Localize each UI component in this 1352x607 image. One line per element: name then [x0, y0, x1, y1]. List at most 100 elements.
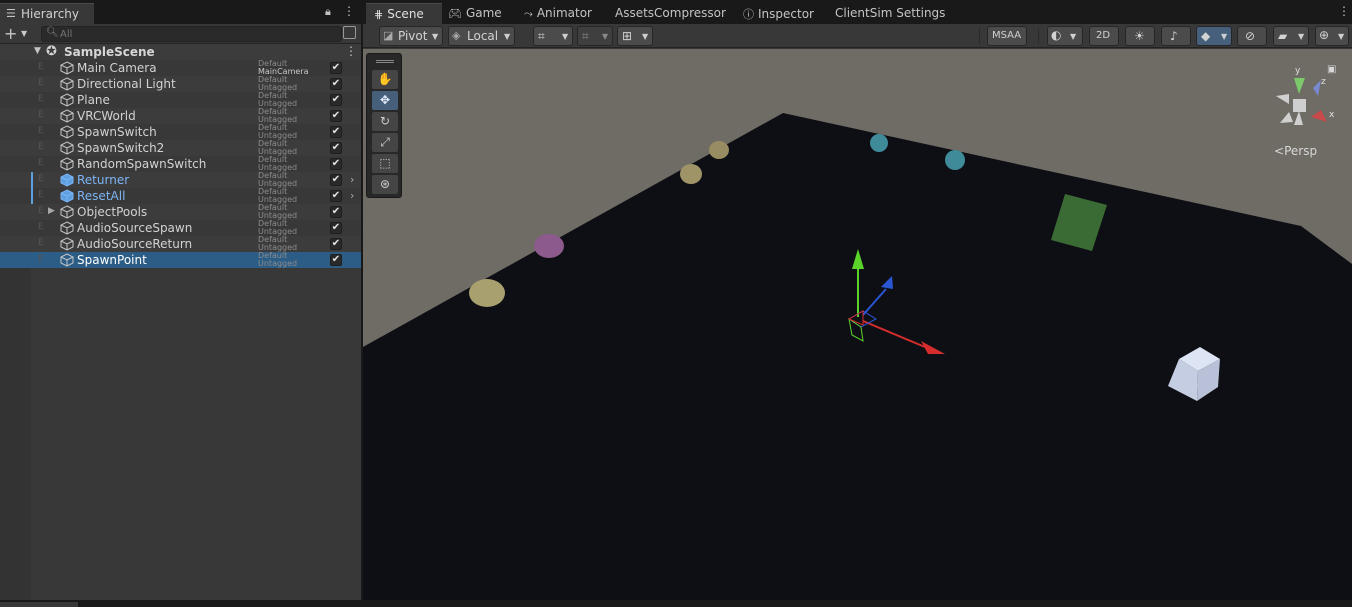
scene-more-options-icon[interactable]: ⋮: [345, 44, 357, 58]
search-field[interactable]: 🔍︎: [41, 26, 342, 42]
lock-icon[interactable]: ▣: [1327, 64, 1336, 75]
tab-game[interactable]: 🎮︎ Game: [448, 3, 502, 24]
move-tool-button[interactable]: ✥: [372, 91, 398, 110]
hand-tool-button[interactable]: ✋: [372, 70, 398, 89]
2d-toggle-button[interactable]: 2D: [1089, 26, 1119, 46]
active-checkbox[interactable]: ✔: [330, 206, 342, 218]
rect-tool-button[interactable]: ⬚: [372, 154, 398, 173]
active-checkbox[interactable]: ✔: [330, 78, 342, 90]
lock-icon[interactable]: 🔒︎: [325, 5, 331, 19]
hierarchy-item[interactable]: E ▶ ObjectPools Default Untagged ✔: [0, 204, 361, 220]
visibility-toggle-icon[interactable]: E: [38, 238, 44, 248]
hierarchy-item[interactable]: E AudioSourceReturn Default Untagged ✔: [0, 236, 361, 252]
transform-tool-button[interactable]: ⊛: [372, 175, 398, 194]
visibility-toggle-icon[interactable]: E: [38, 190, 44, 200]
hand-icon: ✋: [377, 72, 393, 86]
active-checkbox[interactable]: ✔: [330, 254, 342, 266]
active-checkbox[interactable]: ✔: [330, 158, 342, 170]
scene-header-row[interactable]: ▼ ✪ SampleScene ⋮: [0, 44, 361, 60]
visibility-toggle-icon[interactable]: E: [38, 158, 44, 168]
hierarchy-item[interactable]: E SpawnSwitch Default Untagged ✔: [0, 124, 361, 140]
scene-visibility-button[interactable]: ⊘: [1237, 26, 1267, 46]
scene-more-options-icon[interactable]: ⋮: [1338, 4, 1350, 18]
active-checkbox[interactable]: ✔: [330, 110, 342, 122]
sphere-yellow-3[interactable]: [709, 141, 729, 159]
visibility-toggle-icon[interactable]: E: [38, 254, 44, 264]
create-dropdown-button[interactable]: + ▼: [4, 24, 34, 43]
tab-assetscompressor[interactable]: AssetsCompressor: [615, 3, 726, 24]
scene-render[interactable]: y z x: [363, 49, 1352, 600]
prefab-open-arrow-icon[interactable]: ›: [350, 189, 354, 202]
sphere-teal-2[interactable]: [945, 150, 965, 170]
foldout-expanded-icon[interactable]: ▼: [34, 46, 41, 56]
active-checkbox[interactable]: ✔: [330, 126, 342, 138]
bottom-tab[interactable]: [0, 602, 78, 607]
active-checkbox[interactable]: ✔: [330, 62, 342, 74]
increment-snap-dropdown[interactable]: ⌗ ▼: [577, 26, 613, 46]
orientation-neg-x-cone[interactable]: [1276, 94, 1289, 104]
orientation-y-cone[interactable]: [1294, 78, 1305, 94]
visibility-toggle-icon[interactable]: E: [38, 126, 44, 136]
visibility-toggle-icon[interactable]: E: [38, 222, 44, 232]
sphere-yellow-2[interactable]: [680, 164, 702, 184]
active-checkbox[interactable]: ✔: [330, 174, 342, 186]
hierarchy-item[interactable]: E ResetAll Default Untagged ✔ ›: [0, 188, 361, 204]
visibility-toggle-icon[interactable]: E: [38, 78, 44, 88]
hierarchy-item[interactable]: E AudioSourceSpawn Default Untagged ✔: [0, 220, 361, 236]
grid-snapping-dropdown[interactable]: ⌗ ▼: [533, 26, 573, 46]
sphere-yellow-1[interactable]: [469, 279, 505, 307]
orientation-z-cone[interactable]: [1313, 80, 1321, 96]
orientation-neg-y-cone[interactable]: [1294, 111, 1303, 125]
shading-mode-dropdown[interactable]: ◐ ▼: [1047, 26, 1083, 46]
search-input[interactable]: [60, 27, 320, 41]
lighting-toggle-button[interactable]: ☀: [1125, 26, 1155, 46]
visibility-toggle-icon[interactable]: E: [38, 206, 44, 216]
orientation-x-cone[interactable]: [1311, 110, 1327, 122]
hierarchy-item[interactable]: E VRCWorld Default Untagged ✔: [0, 108, 361, 124]
more-options-icon[interactable]: ⋮: [343, 4, 355, 18]
orientation-center-cube[interactable]: [1293, 99, 1306, 112]
orientation-neg-z-cone[interactable]: [1280, 112, 1293, 123]
active-checkbox[interactable]: ✔: [330, 190, 342, 202]
hierarchy-item[interactable]: E Main Camera Default MainCamera ✔: [0, 60, 361, 76]
active-checkbox[interactable]: ✔: [330, 142, 342, 154]
rotate-tool-button[interactable]: ↻: [372, 112, 398, 131]
prefab-open-arrow-icon[interactable]: ›: [350, 173, 354, 186]
sphere-purple[interactable]: [534, 234, 564, 258]
camera-settings-dropdown[interactable]: ▰ ▼: [1273, 26, 1309, 46]
gizmos-dropdown[interactable]: ⊕ ▼: [1315, 26, 1349, 46]
scale-tool-button[interactable]: ⤢: [372, 133, 398, 152]
hierarchy-item[interactable]: E RandomSpawnSwitch Default Untagged ✔: [0, 156, 361, 172]
visibility-toggle-icon[interactable]: E: [38, 142, 44, 152]
visibility-toggle-icon[interactable]: E: [38, 94, 44, 104]
audio-toggle-button[interactable]: ♪: [1161, 26, 1191, 46]
tab-inspector[interactable]: ⓘ Inspector: [743, 3, 814, 24]
active-checkbox[interactable]: ✔: [330, 238, 342, 250]
foldout-collapsed-icon[interactable]: ▶: [48, 206, 55, 216]
tab-clientsim-settings[interactable]: ClientSim Settings: [835, 3, 945, 24]
sphere-teal-1[interactable]: [870, 134, 888, 152]
scene-viewport[interactable]: y z x ▣ <Persp ✋ ✥ ↻ ⤢ ⬚ ⊛: [363, 49, 1352, 600]
pivot-dropdown[interactable]: ◪ Pivot ▼: [379, 26, 443, 46]
tab-animator[interactable]: ⤳ Animator: [524, 3, 592, 24]
search-options-icon[interactable]: [343, 26, 356, 39]
ruler-dropdown[interactable]: ⊞ ▼: [617, 26, 653, 46]
tab-hierarchy[interactable]: ☰ Hierarchy: [0, 3, 94, 24]
msaa-button[interactable]: MSAA: [987, 26, 1027, 46]
hierarchy-item[interactable]: E SpawnSwitch2 Default Untagged ✔: [0, 140, 361, 156]
visibility-toggle-icon[interactable]: E: [38, 110, 44, 120]
active-checkbox[interactable]: ✔: [330, 94, 342, 106]
local-dropdown[interactable]: ◈ Local ▼: [448, 26, 515, 46]
hierarchy-item[interactable]: E Plane Default Untagged ✔: [0, 92, 361, 108]
projection-toggle[interactable]: <Persp: [1274, 144, 1317, 158]
active-checkbox[interactable]: ✔: [330, 222, 342, 234]
visibility-toggle-icon[interactable]: E: [38, 62, 44, 72]
drag-handle-icon[interactable]: [376, 60, 394, 63]
effects-dropdown[interactable]: ◆ ▼: [1196, 26, 1232, 46]
hierarchy-item[interactable]: E Returner Default Untagged ✔ ›: [0, 172, 361, 188]
tab-scene[interactable]: ⋕ Scene: [366, 3, 442, 24]
hierarchy-item[interactable]: E SpawnPoint Default Untagged ✔: [0, 252, 361, 268]
visibility-toggle-icon[interactable]: E: [38, 174, 44, 184]
hierarchy-item[interactable]: E Directional Light Default Untagged ✔: [0, 76, 361, 92]
hierarchy-panel: ☰ Hierarchy 🔒︎ ⋮ +▼ 🔍︎ ▼ ✪ SampleScene ⋮…: [0, 0, 361, 600]
